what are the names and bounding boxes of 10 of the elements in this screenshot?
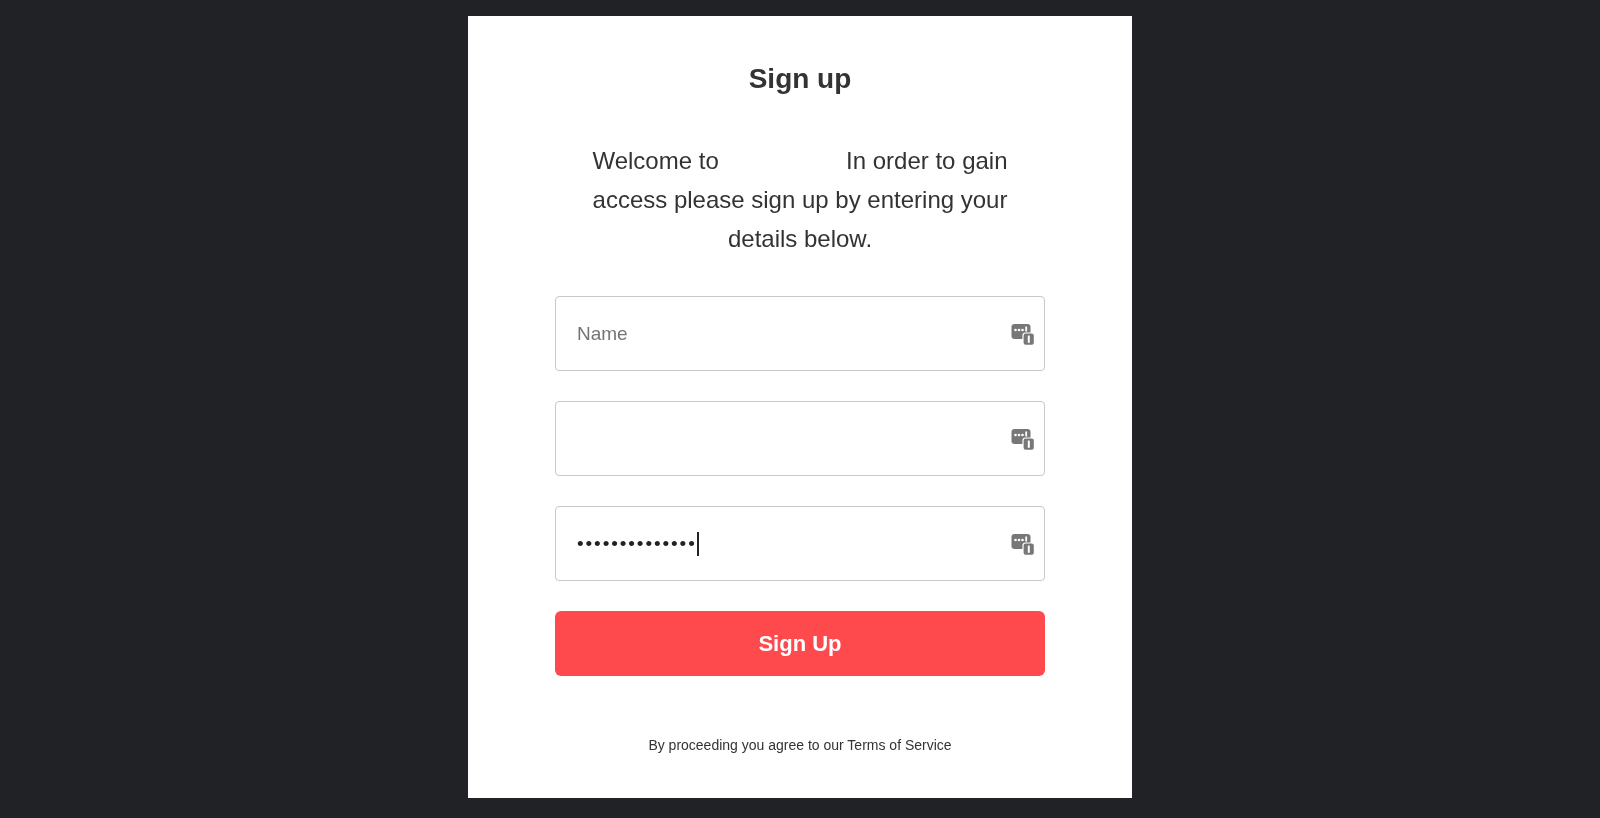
signup-heading: Sign up (747, 62, 853, 96)
input-field[interactable]: •••••••••••••• (555, 506, 1045, 581)
terms-text: By proceeding you agree to our Terms of Service (647, 736, 953, 755)
password-dots-icon[interactable] (1011, 321, 1035, 346)
password-dots-icon[interactable] (1011, 426, 1035, 451)
input-field[interactable]: Name (555, 296, 1045, 371)
text-cursor-icon (696, 531, 699, 556)
intro-text: Welcome to In order to gain access please sign up by entering your details below. (591, 146, 1009, 254)
password-dots-icon[interactable] (1011, 531, 1035, 556)
input-field[interactable] (555, 401, 1045, 476)
